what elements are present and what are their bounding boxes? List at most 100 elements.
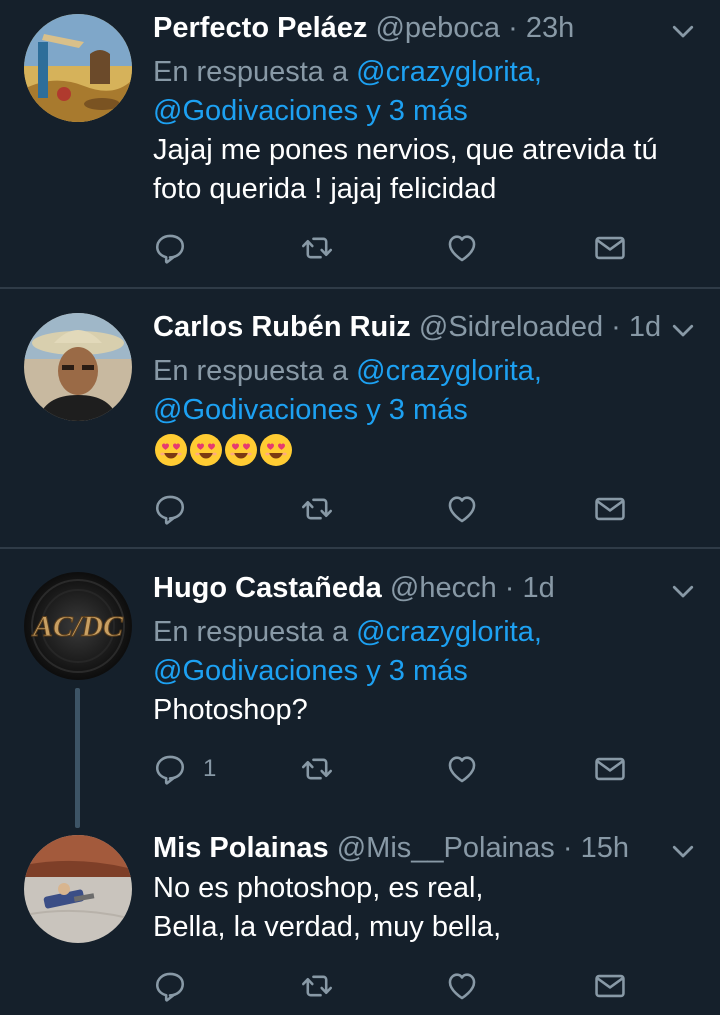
tweet-actions: [153, 228, 633, 268]
tweet-header: Perfecto Peláez @peboca · 23h: [153, 6, 660, 50]
like-icon: [445, 752, 479, 786]
tweet-text: foto querida ! jajaj felicidad: [153, 173, 497, 205]
tweet-card[interactable]: Mis Polainas @Mis__Polainas · 15h No es …: [0, 817, 720, 1015]
retweet-icon: [300, 969, 334, 1003]
avatar[interactable]: [24, 313, 132, 421]
reply-icon: [153, 969, 187, 1003]
display-name[interactable]: Hugo Castañeda: [153, 572, 382, 604]
display-name[interactable]: Perfecto Peláez: [153, 12, 367, 44]
reply-prefix: En respuesta a: [153, 56, 349, 88]
heart-eyes-emoji-icon: [258, 432, 294, 468]
like-button[interactable]: [445, 228, 479, 268]
tweet-body: En respuesta a @crazyglorita, @Godivacio…: [153, 613, 690, 730]
tweet-card[interactable]: Perfecto Peláez @peboca · 23h En respues…: [0, 0, 720, 287]
reply-icon: [153, 231, 187, 265]
tweet-card[interactable]: AC/DC Hugo Castañeda @hecch · 1d En resp…: [0, 549, 720, 828]
retweet-icon: [300, 752, 334, 786]
reply-context: En respuesta a @crazyglorita,: [153, 53, 690, 92]
tweet-actions: 1: [153, 749, 633, 789]
like-button[interactable]: [445, 749, 479, 789]
tweet-text: No es photoshop, es real,: [153, 872, 484, 904]
chevron-down-icon[interactable]: [668, 836, 698, 866]
retweet-button[interactable]: [300, 749, 334, 789]
retweet-icon: [300, 231, 334, 265]
message-icon: [593, 752, 627, 786]
tweet-header: Mis Polainas @Mis__Polainas · 15h: [153, 826, 660, 870]
tweet-header: Carlos Rubén Ruiz @Sidreloaded · 1d: [153, 305, 661, 349]
separator-dot: ·: [611, 311, 621, 343]
message-button[interactable]: [593, 749, 627, 789]
separator-dot: ·: [562, 832, 573, 864]
like-icon: [445, 231, 479, 265]
retweet-button[interactable]: [300, 489, 334, 529]
timestamp[interactable]: 23h: [526, 12, 574, 44]
reply-icon: [153, 492, 187, 526]
reply-count: 1: [203, 755, 217, 782]
retweet-icon: [300, 492, 334, 526]
avatar-logo-text: AC/DC: [31, 610, 124, 643]
reply-prefix: En respuesta a: [153, 616, 349, 648]
reply-button[interactable]: [153, 489, 187, 529]
user-handle[interactable]: @peboca: [375, 12, 500, 44]
like-button[interactable]: [445, 966, 479, 1006]
reply-button[interactable]: [153, 228, 187, 268]
heart-eyes-emoji-icon: [153, 432, 189, 468]
message-button[interactable]: [593, 228, 627, 268]
display-name[interactable]: Carlos Rubén Ruiz: [153, 311, 411, 343]
mention-link[interactable]: @Godivaciones y 3 más: [153, 92, 690, 131]
reply-prefix: En respuesta a: [153, 355, 349, 387]
tweet-card[interactable]: Carlos Rubén Ruiz @Sidreloaded · 1d En r…: [0, 289, 720, 547]
like-button[interactable]: [445, 489, 479, 529]
like-icon: [445, 969, 479, 1003]
timestamp[interactable]: 1d: [629, 311, 661, 343]
tweet-text: Photoshop?: [153, 694, 308, 726]
retweet-button[interactable]: [300, 228, 334, 268]
acdc-logo-avatar-icon: AC/DC: [24, 572, 132, 680]
user-handle[interactable]: @hecch: [390, 572, 497, 604]
heart-eyes-emoji-icon: [188, 432, 224, 468]
thread-connector: [75, 688, 80, 828]
mention-link[interactable]: @crazyglorita,: [356, 56, 542, 88]
tweet-text: Jajaj me pones nervios, que atrevida tú: [153, 134, 658, 166]
user-handle[interactable]: @Mis__Polainas: [337, 832, 555, 864]
surreal-painting-avatar-icon: [24, 14, 132, 122]
man-with-hat-avatar-icon: [24, 313, 132, 421]
avatar[interactable]: [24, 835, 132, 943]
retweet-button[interactable]: [300, 966, 334, 1006]
like-icon: [445, 492, 479, 526]
mention-link[interactable]: @crazyglorita,: [356, 616, 542, 648]
separator-dot: ·: [504, 572, 515, 604]
reply-context: En respuesta a @crazyglorita,: [153, 352, 690, 391]
message-icon: [593, 969, 627, 1003]
message-icon: [593, 492, 627, 526]
avatar[interactable]: [24, 14, 132, 122]
tweet-actions: [153, 966, 633, 1006]
mention-link[interactable]: @crazyglorita,: [356, 355, 542, 387]
chevron-down-icon[interactable]: [668, 16, 698, 46]
reply-button[interactable]: [153, 966, 187, 1006]
separator-dot: ·: [508, 12, 518, 44]
timestamp[interactable]: 15h: [581, 832, 629, 864]
mention-link[interactable]: @Godivaciones y 3 más: [153, 391, 690, 430]
message-button[interactable]: [593, 489, 627, 529]
message-icon: [593, 231, 627, 265]
chevron-down-icon[interactable]: [668, 315, 698, 345]
display-name[interactable]: Mis Polainas: [153, 832, 329, 864]
emoji-row: [153, 430, 690, 470]
message-button[interactable]: [593, 966, 627, 1006]
mention-link[interactable]: @Godivaciones y 3 más: [153, 652, 690, 691]
tweet-header: Hugo Castañeda @hecch · 1d: [153, 566, 660, 610]
reply-button[interactable]: 1: [153, 749, 216, 789]
toy-on-floor-avatar-icon: [24, 835, 132, 943]
heart-eyes-emoji-icon: [223, 432, 259, 468]
reply-icon: [153, 752, 187, 786]
tweet-body: No es photoshop, es real, Bella, la verd…: [153, 869, 690, 947]
tweet-text: Bella, la verdad, muy bella,: [153, 911, 502, 943]
tweet-actions: [153, 489, 633, 529]
chevron-down-icon[interactable]: [668, 576, 698, 606]
timestamp[interactable]: 1d: [523, 572, 555, 604]
reply-context: En respuesta a @crazyglorita,: [153, 613, 690, 652]
avatar[interactable]: AC/DC: [24, 572, 132, 680]
user-handle[interactable]: @Sidreloaded: [419, 311, 603, 343]
tweet-body: En respuesta a @crazyglorita, @Godivacio…: [153, 352, 690, 470]
